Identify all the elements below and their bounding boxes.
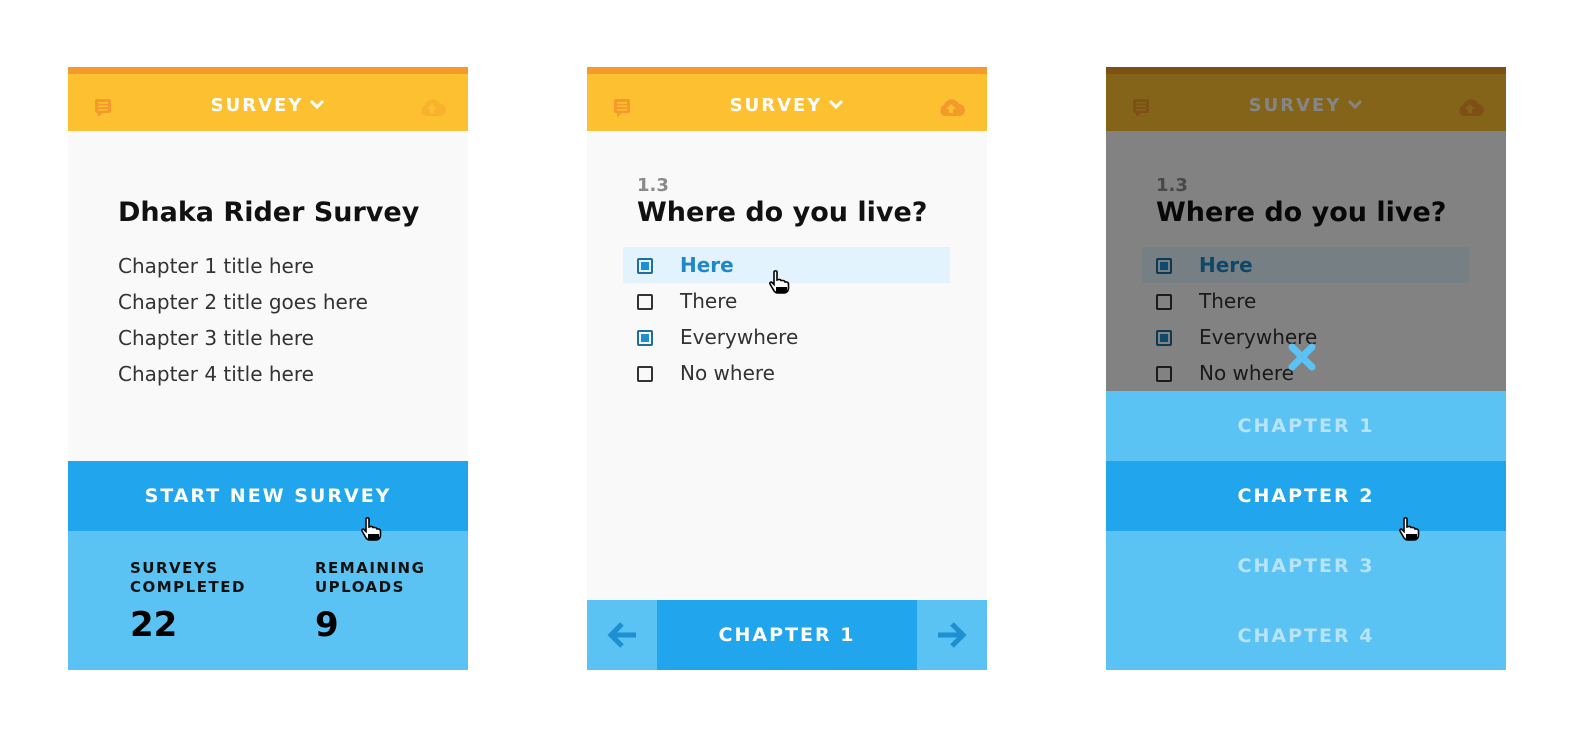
- cloud-upload-icon[interactable]: [937, 96, 965, 118]
- chapter-option-active[interactable]: CHAPTER 2: [1106, 461, 1506, 531]
- answer-label: Here: [680, 253, 734, 277]
- chevron-down-icon: [310, 99, 325, 109]
- checkbox[interactable]: [637, 258, 653, 274]
- answer-label: No where: [680, 361, 775, 385]
- answer-label: There: [680, 289, 738, 313]
- chapter-option[interactable]: CHAPTER 3: [1106, 531, 1506, 601]
- checkbox[interactable]: [637, 294, 653, 310]
- question-number: 1.3: [637, 175, 669, 196]
- answer-label: Everywhere: [680, 325, 799, 349]
- chapter-item[interactable]: Chapter 4 title here: [118, 361, 368, 397]
- chapter-nav-bar: CHAPTER 1: [587, 600, 987, 670]
- chapter-item[interactable]: Chapter 3 title here: [118, 325, 368, 361]
- chapter-list: Chapter 1 title here Chapter 2 title goe…: [118, 253, 368, 397]
- chapter-picker-list: CHAPTER 1 CHAPTER 2 CHAPTER 3 CHAPTER 4: [1106, 391, 1506, 670]
- checkbox[interactable]: [637, 330, 653, 346]
- chevron-down-icon: [829, 99, 844, 109]
- start-new-survey-button[interactable]: START NEW SURVEY: [68, 461, 468, 531]
- chapter-item[interactable]: Chapter 1 title here: [118, 253, 368, 289]
- question-title: Where do you live?: [637, 197, 928, 228]
- chapter-picker-screen: SURVEY 1.3 Where do you live? Here There…: [1106, 67, 1506, 670]
- current-chapter-button[interactable]: CHAPTER 1: [657, 600, 917, 670]
- cloud-upload-icon[interactable]: [418, 96, 446, 118]
- close-icon[interactable]: [1287, 342, 1317, 372]
- header-bar: SURVEY: [68, 67, 468, 131]
- stat-label: SURVEYS COMPLETED: [130, 559, 246, 596]
- stat-value: 22: [130, 605, 178, 645]
- stats-panel: SURVEYS COMPLETED 22 REMAINING UPLOADS 9: [68, 531, 468, 670]
- hand-cursor-icon: [769, 270, 790, 294]
- answer-option[interactable]: Everywhere: [623, 319, 950, 355]
- hand-cursor-icon: [361, 517, 382, 541]
- stat-value: 9: [315, 605, 339, 645]
- surveys-completed-stat: SURVEYS COMPLETED 22: [130, 559, 260, 645]
- header-bar: SURVEY: [587, 67, 987, 131]
- header-title: SURVEY: [729, 95, 823, 116]
- hand-cursor-icon: [1399, 517, 1420, 541]
- previous-chapter-button[interactable]: [587, 600, 657, 670]
- chapter-option[interactable]: CHAPTER 1: [1106, 391, 1506, 461]
- answer-option[interactable]: No where: [623, 355, 950, 391]
- survey-title: Dhaka Rider Survey: [118, 197, 420, 228]
- checkbox[interactable]: [637, 366, 653, 382]
- answer-options: Here There Everywhere No where: [623, 247, 950, 391]
- chapter-option[interactable]: CHAPTER 4: [1106, 601, 1506, 670]
- home-screen: SURVEY Dhaka Rider Survey Chapter 1 titl…: [68, 67, 468, 670]
- stat-label: REMAINING UPLOADS: [315, 559, 426, 596]
- arrow-right-icon: [938, 622, 967, 648]
- chapter-item[interactable]: Chapter 2 title goes here: [118, 289, 368, 325]
- arrow-left-icon: [607, 622, 636, 648]
- survey-menu-toggle[interactable]: SURVEY: [68, 95, 468, 116]
- question-screen: SURVEY 1.3 Where do you live? Here There…: [587, 67, 987, 670]
- remaining-uploads-stat: REMAINING UPLOADS 9: [315, 559, 445, 645]
- header-title: SURVEY: [210, 95, 304, 116]
- next-chapter-button[interactable]: [917, 600, 987, 670]
- survey-menu-toggle[interactable]: SURVEY: [587, 95, 987, 116]
